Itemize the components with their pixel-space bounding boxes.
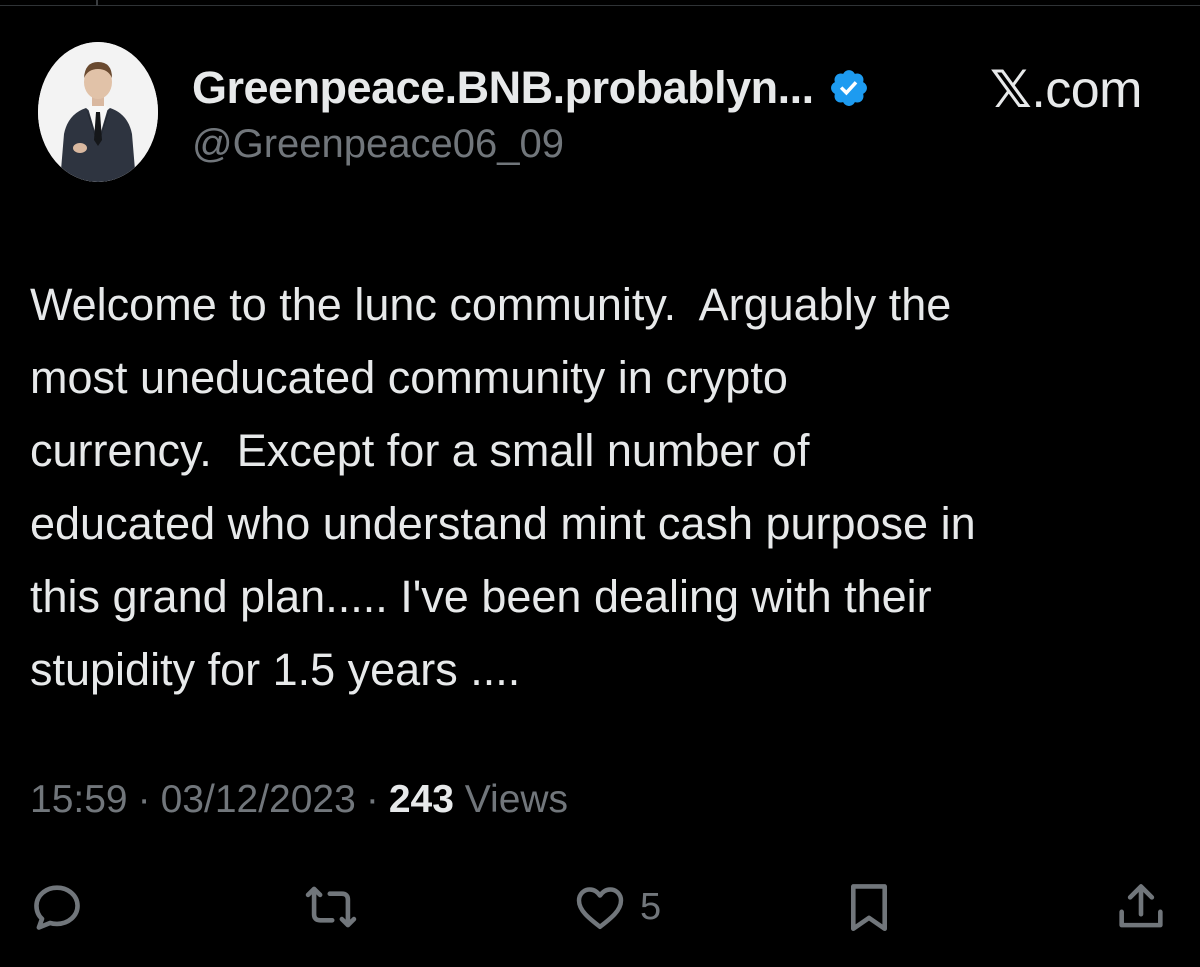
- action-bar: 5: [0, 872, 1200, 942]
- heart-icon: [576, 887, 624, 930]
- avatar-image: [38, 42, 158, 182]
- user-handle[interactable]: @Greenpeace06_09: [192, 122, 870, 167]
- avatar[interactable]: [38, 42, 158, 182]
- retweet-button[interactable]: [302, 872, 360, 942]
- divider-tick: [96, 0, 98, 6]
- tweet-date[interactable]: 03/12/2023: [161, 778, 356, 821]
- display-name-row: Greenpeace.BNB.probablyn...: [192, 60, 870, 116]
- share-icon: [1119, 884, 1163, 928]
- display-name[interactable]: Greenpeace.BNB.probablyn...: [192, 62, 814, 114]
- top-divider: [0, 0, 1200, 6]
- tweet-text: Welcome to the lunc community. Arguably …: [30, 279, 976, 695]
- reply-button[interactable]: [28, 872, 86, 942]
- views-count: 243: [388, 778, 454, 821]
- tweet-time[interactable]: 15:59: [30, 778, 128, 821]
- tweet-header: Greenpeace.BNB.probablyn... @Greenpeace0…: [38, 42, 1162, 192]
- meta-separator: ·: [137, 778, 151, 821]
- like-button[interactable]: 5: [572, 872, 661, 942]
- verified-badge-icon[interactable]: [828, 67, 870, 109]
- bookmark-button[interactable]: [840, 872, 898, 942]
- reply-icon: [34, 885, 80, 930]
- tweet-meta: 15:59 · 03/12/2023 · 243 Views: [30, 778, 568, 822]
- share-button[interactable]: [1112, 872, 1170, 942]
- x-logo-icon: 𝕏: [989, 60, 1032, 120]
- meta-separator: ·: [365, 778, 379, 821]
- retweet-icon: [305, 886, 357, 928]
- bookmark-icon: [850, 884, 888, 932]
- site-label-text: .com: [1031, 61, 1142, 119]
- like-count: 5: [640, 885, 662, 928]
- x-com-label: 𝕏.com: [989, 60, 1143, 120]
- name-block: Greenpeace.BNB.probablyn... @Greenpeace0…: [192, 60, 870, 167]
- views-label: Views: [464, 778, 569, 821]
